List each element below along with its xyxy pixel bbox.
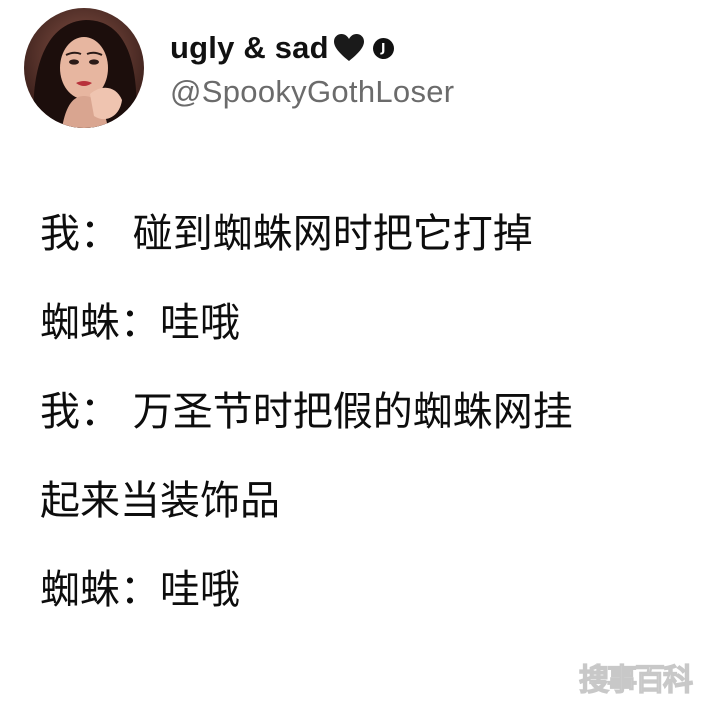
tweet-line: 起来当装饰品: [40, 478, 280, 524]
tweet-line: 蜘蛛：哇哦: [40, 300, 240, 346]
name-row: ugly & sad J: [170, 26, 454, 70]
tweet-identity: ugly & sad J @SpookyGothLoser: [170, 26, 454, 110]
tweet-line: 我： 万圣节时把假的蜘蛛网挂: [40, 389, 573, 435]
avatar-image: [24, 8, 144, 128]
black-heart-icon: [333, 33, 365, 63]
display-name[interactable]: ugly & sad: [170, 30, 329, 66]
tweet-header: ugly & sad J @SpookyGothLoser: [24, 8, 454, 128]
watermark-logo: 搜事百科: [575, 646, 707, 702]
tweet-text: 我： 碰到蜘蛛网时把它打掉 蜘蛛：哇哦 我： 万圣节时把假的蜘蛛网挂 起来当装饰…: [40, 214, 700, 659]
avatar[interactable]: [24, 8, 144, 128]
tweet-line: 蜘蛛：哇哦: [40, 567, 240, 613]
user-handle[interactable]: @SpookyGothLoser: [170, 74, 454, 110]
watermark-text: 搜事百科: [579, 663, 693, 698]
tweet-line: 我： 碰到蜘蛛网时把它打掉: [40, 211, 533, 257]
verified-badge-icon: J: [372, 37, 394, 59]
